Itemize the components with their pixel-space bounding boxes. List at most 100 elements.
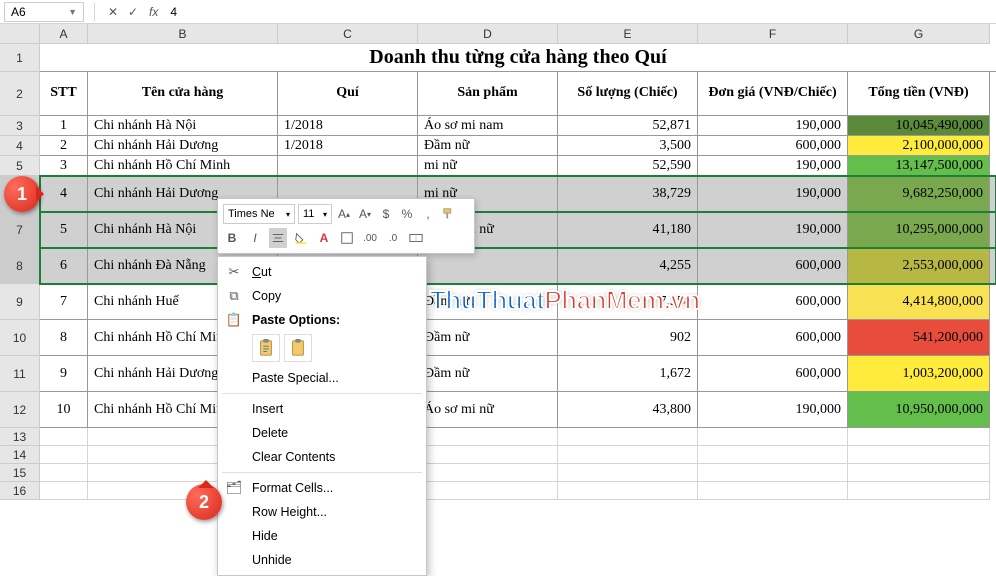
cell[interactable]: 7,358 [558,284,698,320]
cell[interactable]: 10,950,000,000 [848,392,990,428]
font-color-icon[interactable]: A [315,228,333,248]
cell[interactable]: Đầm nữ [418,136,558,156]
row-header[interactable]: 13 [0,428,40,446]
format-painter-icon[interactable] [440,204,458,224]
col-header-d[interactable]: D [418,24,558,44]
accounting-format-icon[interactable]: $ [377,204,395,224]
fill-color-icon[interactable] [292,228,310,248]
table-row[interactable]: 3Chi nhánh Hồ Chí Minh mi nữ52,590190,000… [40,156,996,176]
ctx-format-cells[interactable]: 🗂Format Cells... [218,476,426,500]
cell[interactable]: 4,255 [558,248,698,284]
cell[interactable]: 8 [40,320,88,356]
col-header-a[interactable]: A [40,24,88,44]
paste-keep-source-icon[interactable] [252,334,280,362]
cell[interactable]: 190,000 [698,176,848,212]
cell[interactable]: mi nữ [418,156,558,176]
cell[interactable]: 541,200,000 [848,320,990,356]
increase-font-icon[interactable]: A▴ [335,204,353,224]
cell[interactable]: 902 [558,320,698,356]
col-header-g[interactable]: G [848,24,990,44]
decrease-font-icon[interactable]: A▾ [356,204,374,224]
name-box[interactable]: A6 ▼ [4,2,84,22]
ctx-delete[interactable]: Delete [218,421,426,445]
cell[interactable]: Đầm nữ [418,320,558,356]
table-row[interactable]: 1Chi nhánh Hà Nội1/2018Áo sơ mi nam52,87… [40,116,996,136]
bold-button[interactable]: B [223,228,241,248]
row-header[interactable]: 1 [0,44,40,72]
row-header[interactable]: 5 [0,156,40,176]
col-header-f[interactable]: F [698,24,848,44]
cell[interactable]: 6 [40,248,88,284]
cell[interactable]: 43,800 [558,392,698,428]
row-header[interactable]: 9 [0,284,40,320]
cell[interactable]: 3 [40,156,88,176]
ctx-cut[interactable]: ✂CuCutt [218,260,426,284]
ctx-unhide[interactable]: Unhide [218,548,426,572]
cell[interactable]: 5 [40,212,88,248]
table-row[interactable]: 7Chi nhánh HuếĐầm nữ7,358600,0004,414,80… [40,284,996,320]
fx-icon[interactable]: fx [149,5,158,19]
decrease-decimal-icon[interactable]: .0 [384,228,402,248]
cell[interactable]: 600,000 [698,248,848,284]
row-header[interactable]: 10 [0,320,40,356]
table-row[interactable]: 2Chi nhánh Hải Dương1/2018Đầm nữ3,500600… [40,136,996,156]
comma-format-icon[interactable]: , [419,204,437,224]
cell[interactable]: Chi nhánh Hồ Chí Minh [88,156,278,176]
cell[interactable]: 52,871 [558,116,698,136]
cell[interactable]: 1,672 [558,356,698,392]
cell[interactable]: 1,003,200,000 [848,356,990,392]
cell[interactable]: 10,295,000,000 [848,212,990,248]
row-header[interactable]: 8 [0,248,40,284]
table-row[interactable]: 8Chi nhánh Hồ Chí MinhĐầm nữ902600,00054… [40,320,996,356]
col-header-e[interactable]: E [558,24,698,44]
cell[interactable]: 2,553,000,000 [848,248,990,284]
formula-input[interactable] [166,2,992,22]
row-header[interactable]: 15 [0,464,40,482]
cell[interactable]: 600,000 [698,320,848,356]
merge-center-icon[interactable] [407,228,425,248]
cell[interactable]: 600,000 [698,284,848,320]
row-header[interactable]: 14 [0,446,40,464]
cell[interactable]: Chi nhánh Hà Nội [88,116,278,136]
cell[interactable]: 10 [40,392,88,428]
cell[interactable]: 9,682,250,000 [848,176,990,212]
ctx-hide[interactable]: Hide [218,524,426,548]
cell[interactable]: Đầm nữ [418,356,558,392]
row-header[interactable]: 12 [0,392,40,428]
row-header[interactable]: 2 [0,72,40,116]
cell[interactable]: Đầm nữ [418,284,558,320]
row-header[interactable]: 11 [0,356,40,392]
ctx-clear-contents[interactable]: Clear Contents [218,445,426,469]
cell[interactable]: Chi nhánh Hải Dương [88,136,278,156]
cells-area[interactable]: Doanh thu từng cửa hàng theo Quí STT Tên… [40,44,996,500]
cell[interactable]: 10,045,490,000 [848,116,990,136]
select-all-corner[interactable] [0,24,40,44]
borders-icon[interactable] [338,228,356,248]
cell[interactable]: 190,000 [698,212,848,248]
cancel-icon[interactable]: ✕ [105,5,121,19]
cell[interactable]: 38,729 [558,176,698,212]
table-row[interactable]: 10Chi nhánh Hồ Chí MinhÁo sơ mi nữ43,800… [40,392,996,428]
table-row[interactable]: 5Chi nhánh Hà NộiÁo sơ mi nữ41,180190,00… [40,212,996,248]
table-row[interactable]: 4Chi nhánh Hải Dươngmi nữ38,729190,0009,… [40,176,996,212]
italic-button[interactable]: I [246,228,264,248]
font-size-select[interactable]: 11▾ [298,204,332,224]
ctx-paste-special[interactable]: Paste Special... [218,366,426,390]
cell[interactable]: 1 [40,116,88,136]
cell[interactable]: 13,147,500,000 [848,156,990,176]
cell[interactable]: 190,000 [698,392,848,428]
cell[interactable]: 190,000 [698,156,848,176]
ctx-copy[interactable]: ⧉Copy [218,284,426,308]
table-row[interactable]: 9Chi nhánh Hải DươngĐầm nữ1,672600,0001,… [40,356,996,392]
row-header[interactable]: 3 [0,116,40,136]
cell[interactable]: 52,590 [558,156,698,176]
font-name-select[interactable]: Times Ne▾ [223,204,295,224]
chevron-down-icon[interactable]: ▼ [68,7,77,17]
cell[interactable]: Áo sơ mi nữ [418,392,558,428]
cell[interactable]: 190,000 [698,116,848,136]
cell[interactable]: 2,100,000,000 [848,136,990,156]
cell[interactable]: 2 [40,136,88,156]
ctx-insert[interactable]: Insert [218,397,426,421]
cell[interactable]: 1/2018 [278,136,418,156]
cell[interactable]: 41,180 [558,212,698,248]
